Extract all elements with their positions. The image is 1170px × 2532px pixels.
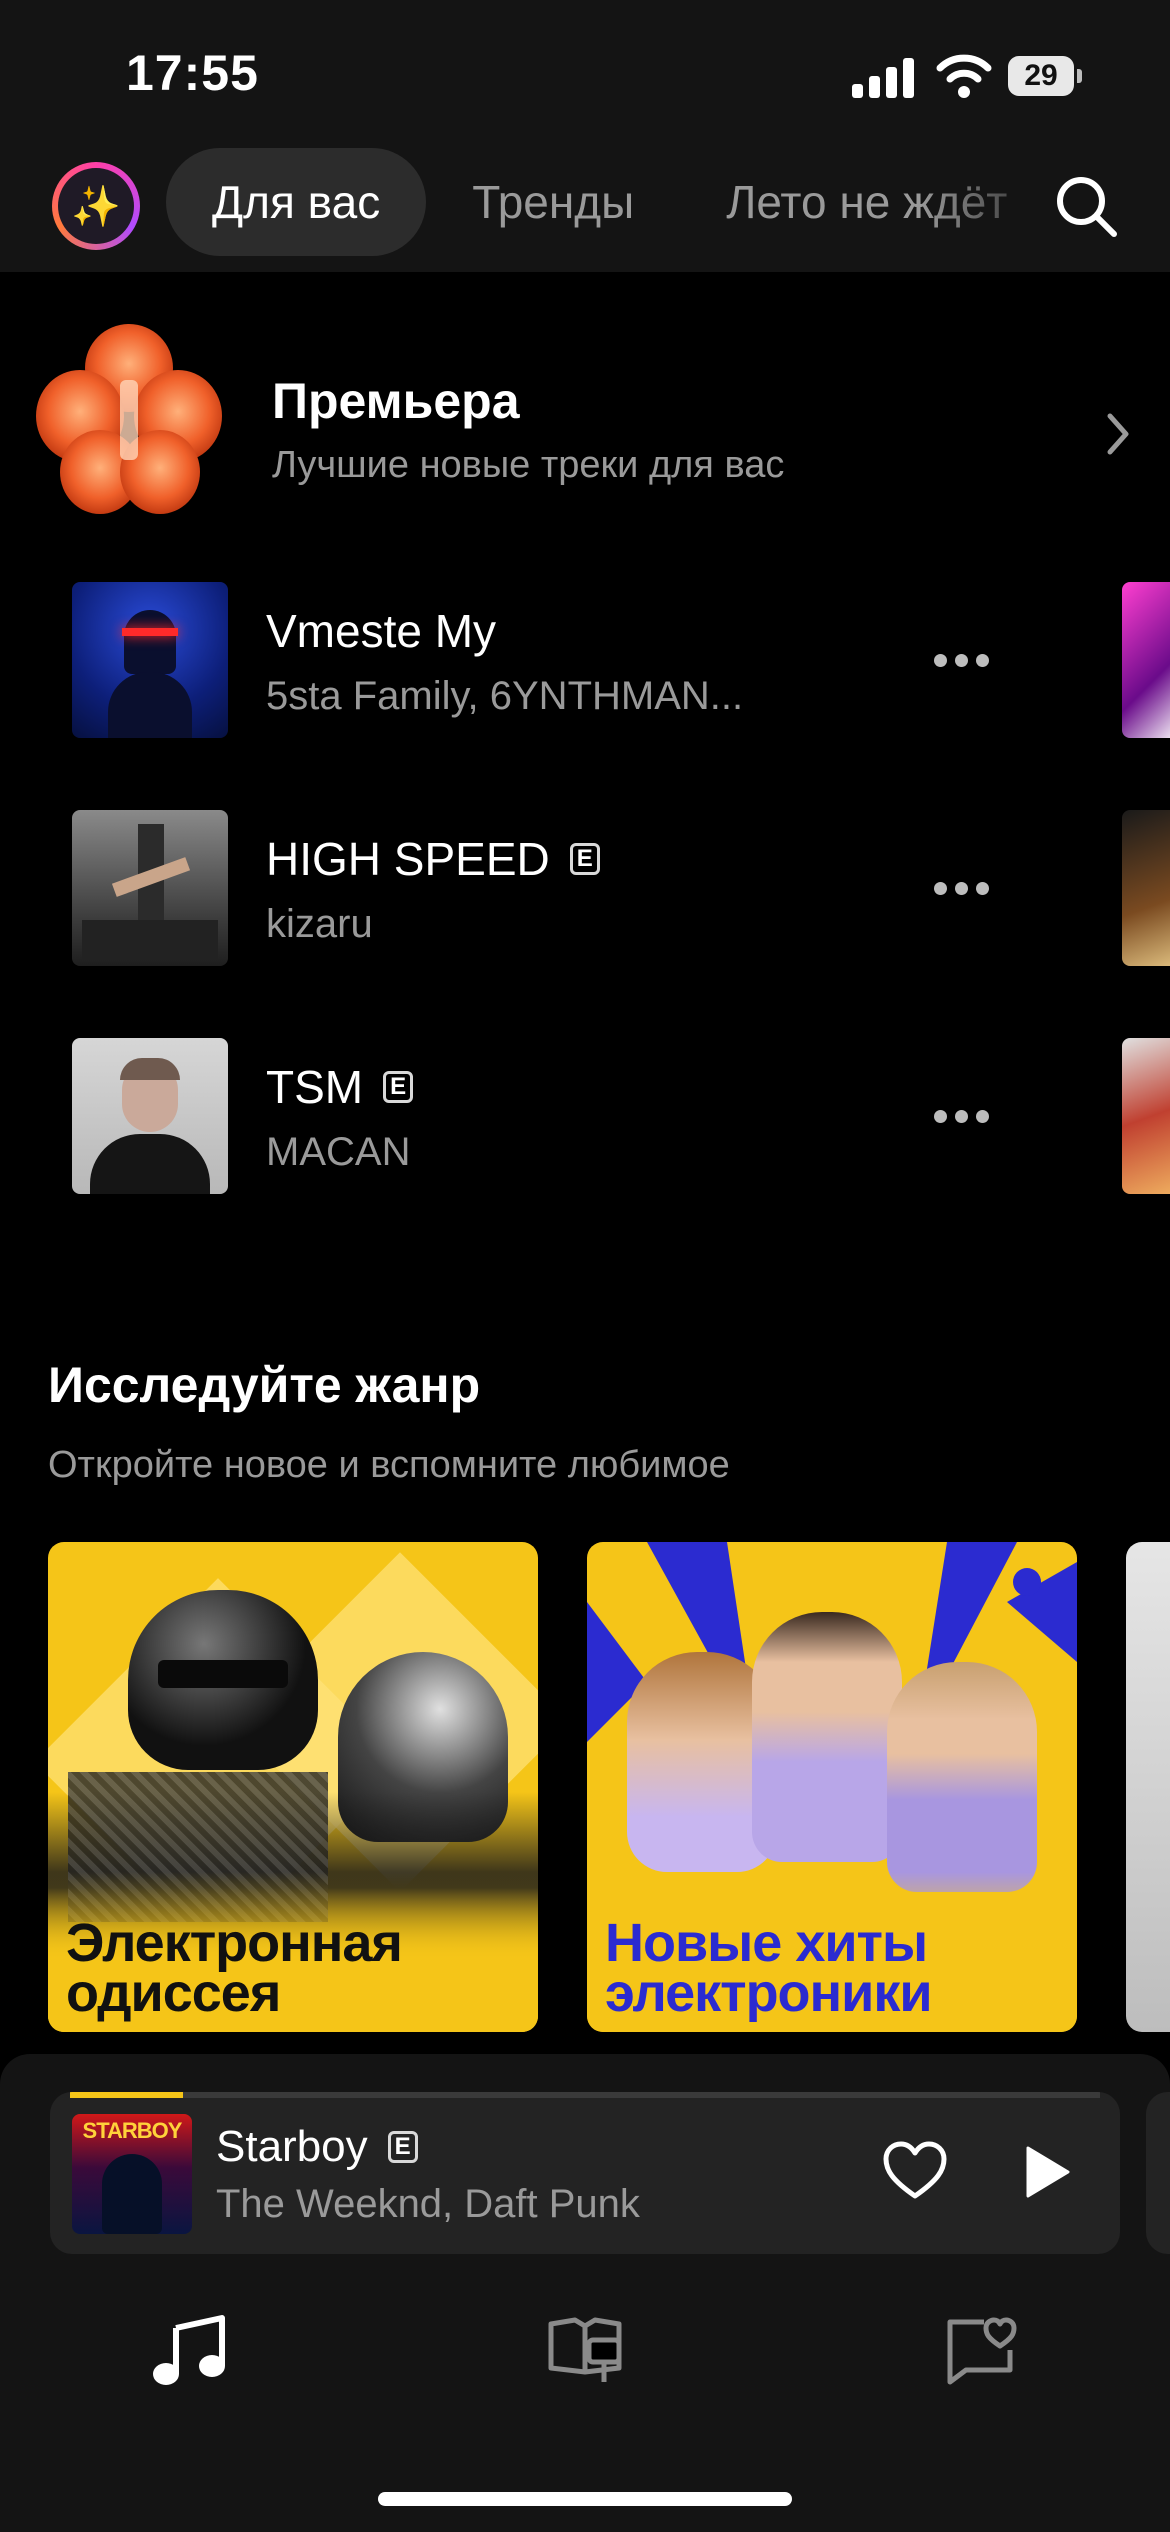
premiere-title[interactable]: Премьера <box>272 372 520 430</box>
player-track-artist: The Weeknd, Daft Punk <box>216 2182 640 2226</box>
track-artist: kizaru <box>266 902 373 946</box>
chevron-right-icon[interactable] <box>1104 410 1132 458</box>
sparkle-icon: ✨ <box>58 168 134 244</box>
favorites-icon[interactable] <box>940 2310 1020 2390</box>
mini-player[interactable]: STARBOY Starboy E The Weeknd, Daft Punk <box>50 2092 1120 2254</box>
track-cover <box>72 582 228 738</box>
premiere-flower-icon <box>36 324 222 514</box>
heart-icon[interactable] <box>882 2140 948 2202</box>
tab-trends[interactable]: Тренды <box>426 148 680 256</box>
track-artist: 5sta Family, 6YNTHMAN... <box>266 674 744 718</box>
player-track-title: Starboy E <box>216 2122 418 2172</box>
genre-card[interactable]: Новые хиты электроники <box>587 1542 1077 2032</box>
player-cover: STARBOY <box>72 2114 192 2234</box>
genre-card[interactable] <box>1126 1542 1170 2032</box>
track-cover <box>72 810 228 966</box>
tab-fade-overlay <box>920 150 1070 254</box>
next-column-cover[interactable] <box>1122 810 1170 966</box>
next-player-card <box>1146 2092 1170 2254</box>
next-column-cover[interactable] <box>1122 1038 1170 1194</box>
tab-for-you[interactable]: Для вас <box>166 148 427 256</box>
track-title: TSM E <box>266 1060 414 1114</box>
more-options-icon[interactable] <box>934 642 998 678</box>
playback-progress-fill <box>70 2092 184 2098</box>
next-column-cover[interactable] <box>1122 582 1170 738</box>
wifi-icon <box>936 54 992 98</box>
more-options-icon[interactable] <box>934 870 998 906</box>
cover-text: STARBOY <box>82 2118 183 2143</box>
explicit-badge: E <box>383 1071 414 1103</box>
section-title: Исследуйте жанр <box>48 1357 481 1413</box>
explicit-badge: E <box>569 843 600 875</box>
track-title: Vmeste My <box>266 605 497 657</box>
home-indicator <box>378 2492 792 2506</box>
profile-avatar[interactable]: ✨ <box>52 162 140 250</box>
play-icon[interactable] <box>1022 2144 1072 2200</box>
track-artist: MACAN <box>266 1130 411 1174</box>
battery-icon: 29 <box>1008 56 1084 96</box>
music-note-icon[interactable] <box>150 2310 230 2390</box>
status-time: 17:55 <box>126 45 259 101</box>
library-icon[interactable] <box>545 2310 625 2390</box>
track-cover <box>72 1038 228 1194</box>
track-row[interactable]: TSM E MACAN <box>0 1038 1170 1198</box>
battery-level: 29 <box>1008 56 1074 96</box>
track-row[interactable]: HIGH SPEED E kizaru <box>0 810 1170 970</box>
genre-card-label: Электронная одиссея <box>66 1913 403 2023</box>
premiere-subtitle: Лучшие новые треки для вас <box>272 444 785 486</box>
genre-card[interactable]: Электронная одиссея <box>48 1542 538 2032</box>
tab-bar: Для вас Тренды Лето не ждёт <box>166 148 1026 256</box>
section-subtitle: Откройте новое и вспомните любимое <box>48 1444 730 1486</box>
explicit-badge: E <box>387 2131 418 2163</box>
track-row[interactable]: Vmeste My 5sta Family, 6YNTHMAN... <box>0 582 1170 742</box>
playback-progress[interactable] <box>70 2092 1100 2098</box>
search-icon[interactable] <box>1052 172 1120 240</box>
cellular-signal-icon <box>852 56 916 98</box>
genre-card-label: Новые хиты электроники <box>605 1913 933 2023</box>
more-options-icon[interactable] <box>934 1098 998 1134</box>
track-title: HIGH SPEED E <box>266 832 600 886</box>
